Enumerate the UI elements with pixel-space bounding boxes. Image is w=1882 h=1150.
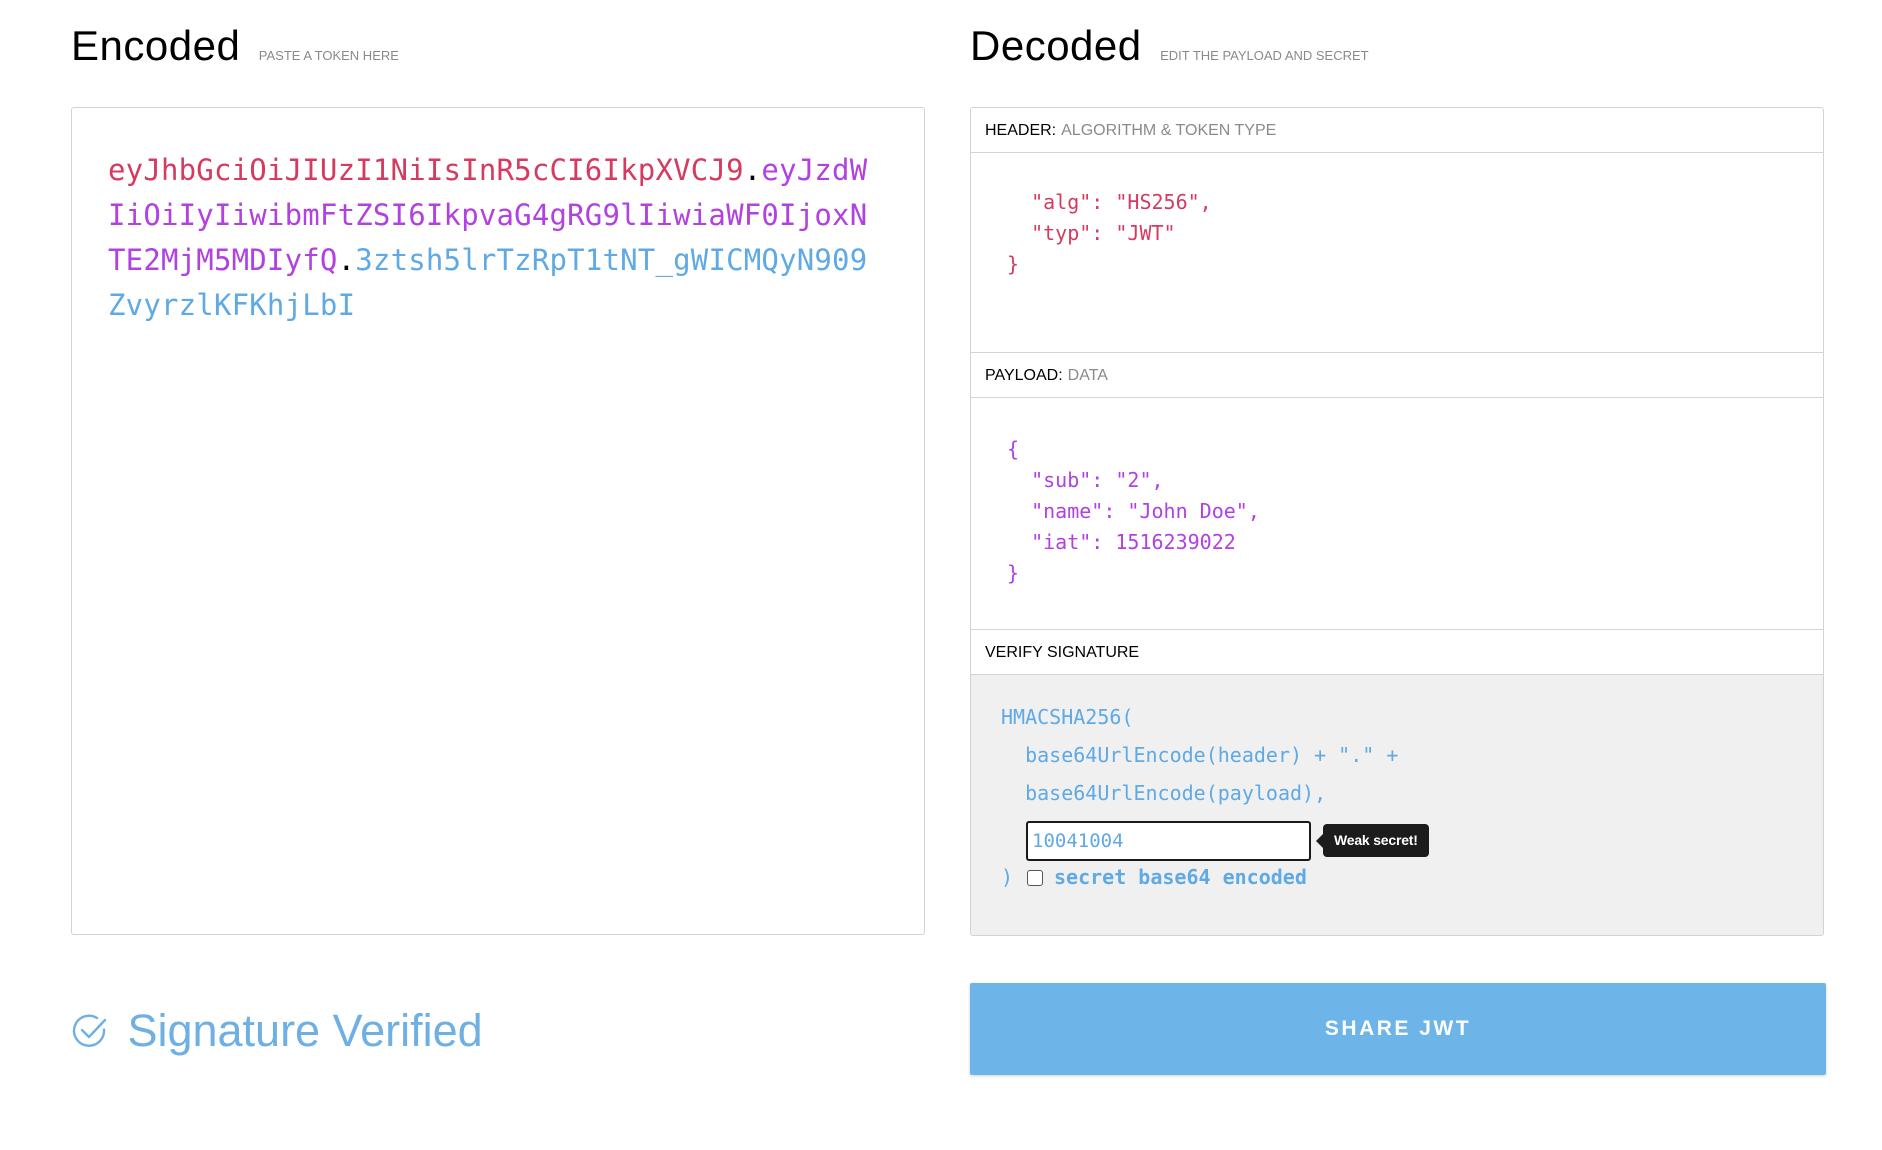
- token-header-part: eyJhbGciOiJIUzI1NiIsInR5cCI6IkpXVCJ9: [108, 153, 744, 187]
- closing-paren: ): [1001, 865, 1014, 889]
- payload-section-desc: DATA: [1067, 367, 1108, 384]
- json-line: }: [1007, 561, 1020, 585]
- token-dot: .: [337, 243, 356, 277]
- json-line: "sub": "2",: [1007, 468, 1164, 492]
- secret-base64-checkbox[interactable]: [1027, 870, 1043, 886]
- decoded-panel: HEADER: ALGORITHM & TOKEN TYPE "alg": "HS…: [970, 107, 1824, 936]
- json-line: "iat": 1516239022: [1007, 530, 1236, 554]
- json-line: {: [1007, 437, 1020, 461]
- json-line: "typ": "JWT": [1007, 221, 1176, 245]
- verify-section-label: VERIFY SIGNATURE: [985, 644, 1140, 661]
- header-json[interactable]: "alg": "HS256", "typ": "JWT"}: [1007, 187, 1212, 280]
- encoded-token-textarea[interactable]: eyJhbGciOiJIUzI1NiIsInR5cCI6IkpXVCJ9.eyJ…: [71, 107, 925, 935]
- verify-signature-body: HMACSHA256( base64UrlEncode(header) + ".…: [971, 675, 1823, 935]
- header-section-desc: ALGORITHM & TOKEN TYPE: [1061, 122, 1277, 139]
- hmac-function-line: HMACSHA256(: [1001, 705, 1134, 729]
- decoded-subtitle: EDIT THE PAYLOAD AND SECRET: [1160, 48, 1369, 63]
- json-line: "name": "John Doe",: [1007, 499, 1260, 523]
- token-dot: .: [743, 153, 762, 187]
- encoded-subtitle: PASTE A TOKEN HERE: [258, 48, 399, 63]
- header-json-editor[interactable]: "alg": "HS256", "typ": "JWT"}: [971, 153, 1823, 353]
- secret-input[interactable]: 10041004: [1026, 821, 1311, 861]
- encoded-token[interactable]: eyJhbGciOiJIUzI1NiIsInR5cCI6IkpXVCJ9.eyJ…: [108, 148, 868, 328]
- json-line: }: [1007, 252, 1020, 276]
- verify-section-title: VERIFY SIGNATURE: [971, 630, 1823, 675]
- payload-json[interactable]: { "sub": "2", "name": "John Doe", "iat":…: [1007, 434, 1260, 589]
- signature-verified-status: Signature Verified: [71, 1005, 483, 1057]
- share-jwt-button[interactable]: SHARE JWT: [970, 983, 1826, 1075]
- decoded-title-row: Decoded EDIT THE PAYLOAD AND SECRET: [970, 22, 1369, 70]
- payload-section-title: PAYLOAD: DATA: [971, 353, 1823, 398]
- payload-section-label: PAYLOAD:: [985, 367, 1063, 384]
- secret-base64-label[interactable]: secret base64 encoded: [1054, 865, 1307, 889]
- weak-secret-tooltip: Weak secret!: [1316, 824, 1429, 857]
- decoded-title: Decoded: [970, 22, 1142, 69]
- header-section-label: HEADER:: [985, 122, 1057, 139]
- header-section-title: HEADER: ALGORITHM & TOKEN TYPE: [971, 108, 1823, 153]
- payload-encode-line: base64UrlEncode(payload),: [1001, 781, 1327, 805]
- header-encode-line: base64UrlEncode(header) + "." +: [1001, 743, 1399, 767]
- signature-verified-text: Signature Verified: [127, 1005, 483, 1056]
- encoded-title-row: Encoded PASTE A TOKEN HERE: [71, 22, 399, 70]
- encoded-title: Encoded: [71, 22, 241, 69]
- json-line: "alg": "HS256",: [1007, 190, 1212, 214]
- check-circle-icon: [71, 1012, 109, 1050]
- payload-json-editor[interactable]: { "sub": "2", "name": "John Doe", "iat":…: [971, 398, 1823, 630]
